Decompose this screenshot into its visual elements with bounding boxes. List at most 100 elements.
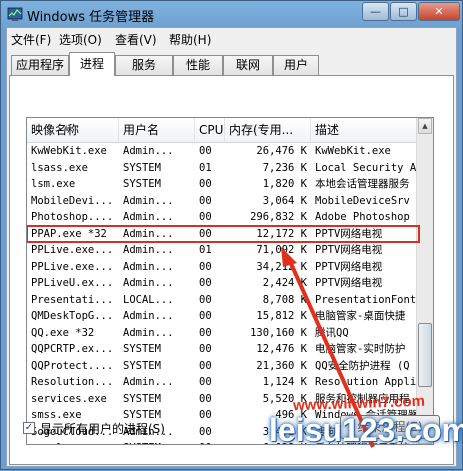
cell-name: Resolution...: [31, 376, 114, 388]
cell-user: SYSTEM: [123, 392, 161, 405]
cell-cpu: 00: [199, 310, 212, 322]
menu-help[interactable]: 帮助(H): [169, 31, 211, 48]
minimize-button[interactable]: —: [362, 2, 389, 21]
title-bar[interactable]: Windows 任务管理器 — □ ✕: [1, 1, 462, 27]
table-row-selected[interactable]: PPAP.exe *32 Admin... 00 12,172 K PPTV网络电视: [27, 224, 420, 243]
cell-desc: QQ安全防护进程 (Q: [315, 359, 410, 372]
tab-performance[interactable]: 性能: [173, 55, 223, 75]
scroll-up-button[interactable]: ▲: [418, 118, 432, 134]
cell-mem: 26,476 K: [256, 145, 307, 157]
table-row[interactable]: PPLive.exe... Admin... 00 34,212 K PPTV网络电视: [27, 259, 419, 275]
task-manager-icon: [7, 7, 23, 21]
cell-desc: 腾讯QQ: [315, 326, 349, 339]
cell-desc: 电脑管家-实时防护: [315, 343, 406, 355]
cell-user: SYSTEM: [123, 359, 161, 372]
cell-desc: PPTV网络电视: [315, 244, 383, 256]
cell-desc: KwWebKit.exe: [315, 145, 391, 157]
cell-name: PPLive.exe...: [31, 244, 114, 256]
close-icon: ✕: [434, 5, 444, 18]
cell-desc: PPTV网络电视: [315, 260, 383, 273]
cell-mem: 2,424 K: [262, 277, 307, 289]
column-description[interactable]: 描述: [311, 118, 419, 142]
tab-applications[interactable]: 应用程序: [11, 55, 69, 75]
table-row[interactable]: QMDeskTopG... Admin... 00 15,812 K 电脑管家-桌面快捷: [27, 308, 419, 324]
cell-user: Admin...: [123, 244, 174, 256]
cell-desc: MobileDeviceSrv Ap: [315, 194, 419, 207]
column-memory[interactable]: 内存(专用...: [225, 118, 311, 142]
cell-mem: 3,064 K: [262, 194, 307, 207]
tab-processes[interactable]: 进程: [69, 52, 115, 76]
table-row[interactable]: QQ.exe *32 Admin... 00 130,160 K 腾讯QQ: [27, 325, 419, 341]
task-manager-window: Windows 任务管理器 — □ ✕ 文件(F) 选项(O) 查看(V) 帮助…: [0, 0, 463, 470]
tab-services[interactable]: 服务: [115, 55, 173, 75]
column-user-name[interactable]: 用户名: [119, 118, 195, 142]
cell-cpu: 00: [199, 277, 212, 289]
tab-users[interactable]: 用户: [273, 55, 319, 75]
cell-name: MobileDevi...: [31, 194, 114, 207]
table-row[interactable]: lsm.exe SYSTEM 00 1,820 K 本地会话管理器服务: [27, 176, 419, 192]
cell-user: Admin...: [123, 194, 174, 207]
menu-options[interactable]: 选项(O): [59, 31, 102, 48]
cell-cpu: 00: [199, 260, 212, 273]
cell-mem: 7,236 K: [262, 161, 307, 174]
cell-user: Admin...: [123, 211, 174, 223]
cell-user: Admin...: [123, 310, 174, 322]
cell-desc: 电脑管家-桌面快捷: [315, 310, 406, 322]
cell-mem: 8,708 K: [262, 293, 307, 306]
menu-bar: 文件(F) 选项(O) 查看(V) 帮助(H): [7, 28, 456, 48]
menu-file[interactable]: 文件(F): [11, 31, 51, 48]
table-row[interactable]: Presentati... LOCAL... 00 8,708 K Presentati…: [27, 292, 419, 308]
cell-name: QQProtect....: [31, 359, 114, 372]
table-row[interactable]: PPLiveU.ex... Admin... 00 2,424 K PPTV网络电视: [27, 275, 419, 291]
table-row[interactable]: QQProtect.... SYSTEM 00 21,360 K QQ安全防护进程 (Q: [27, 358, 419, 374]
cell-user: Admin...: [123, 260, 174, 273]
cell-name: QMDeskTopG...: [31, 310, 114, 322]
menu-view[interactable]: 查看(V): [115, 31, 157, 48]
column-cpu[interactable]: CPU: [195, 118, 225, 142]
cell-cpu: 00: [199, 194, 212, 207]
cell-cpu: 00: [199, 409, 212, 421]
show-all-users-option[interactable]: ✓ 显示所有用户的进程(S): [23, 420, 165, 436]
cell-desc: PPTV网络电视: [315, 227, 383, 240]
cell-cpu: 00: [199, 343, 212, 355]
close-button[interactable]: ✕: [418, 2, 460, 21]
cell-cpu: 00: [199, 425, 212, 438]
cell-cpu: 01: [199, 161, 212, 174]
cell-name: spoolsv.exe: [27, 440, 119, 444]
cell-name: Presentati...: [31, 293, 114, 306]
cell-mem: 130,160 K: [250, 326, 307, 339]
cell-cpu: 00: [195, 440, 225, 444]
cell-desc: PresentationFontCa: [315, 293, 419, 306]
maximize-button[interactable]: □: [390, 2, 417, 21]
cell-name: lsass.exe: [31, 161, 88, 174]
cell-user: LOCAL...: [123, 293, 174, 306]
table-row[interactable]: lsass.exe SYSTEM 01 7,236 K Local Security A…: [27, 160, 419, 176]
cell-user: SYSTEM: [119, 440, 195, 444]
table-row[interactable]: KwWebKit.exe Admin... 00 26,476 K KwWebKit.e…: [27, 143, 419, 159]
cell-mem: 1,124 K: [262, 376, 307, 388]
table-row[interactable]: MobileDevi... Admin... 00 3,064 K MobileDevi…: [27, 193, 419, 209]
cell-name: PPLive.exe...: [31, 260, 114, 273]
table-row[interactable]: Resolution... Admin... 00 1,124 K Resolution…: [27, 374, 419, 390]
cell-mem: 296,832 K: [250, 211, 307, 223]
table-row[interactable]: Photoshop.... Admin... 00 296,832 K Adobe Ph…: [27, 209, 419, 225]
cell-cpu: 00: [199, 145, 212, 157]
tab-strip: 应用程序 进程 服务 性能 联网 用户: [9, 52, 454, 76]
cell-user: SYSTEM: [123, 161, 161, 174]
cell-mem: 21,360 K: [256, 359, 307, 372]
cell-cpu: 00: [199, 359, 212, 372]
table-row[interactable]: QQPCRTP.ex... SYSTEM 00 12,476 K 电脑管家-实时防护: [27, 341, 419, 357]
watermark-logo: leisu123.com: [269, 412, 463, 448]
column-header-row: 映像名称 ▲ 用户名 CPU 内存(专用... 描述: [27, 118, 419, 143]
cell-desc: 本地会话管理器服务: [315, 178, 410, 190]
cell-cpu: 00: [199, 392, 212, 405]
tab-networking[interactable]: 联网: [223, 55, 273, 75]
cell-mem: 1,820 K: [262, 178, 307, 190]
cell-user: SYSTEM: [123, 343, 161, 355]
show-all-users-checkbox[interactable]: ✓: [23, 422, 35, 434]
show-all-users-label: 显示所有用户的进程(S): [40, 421, 165, 436]
column-image-name[interactable]: 映像名称 ▲: [27, 118, 119, 142]
scroll-thumb[interactable]: [418, 323, 432, 387]
cell-mem: 12,172 K: [256, 227, 307, 240]
table-row[interactable]: PPLive.exe... Admin... 01 71,092 K PPTV网络电视: [27, 242, 419, 258]
